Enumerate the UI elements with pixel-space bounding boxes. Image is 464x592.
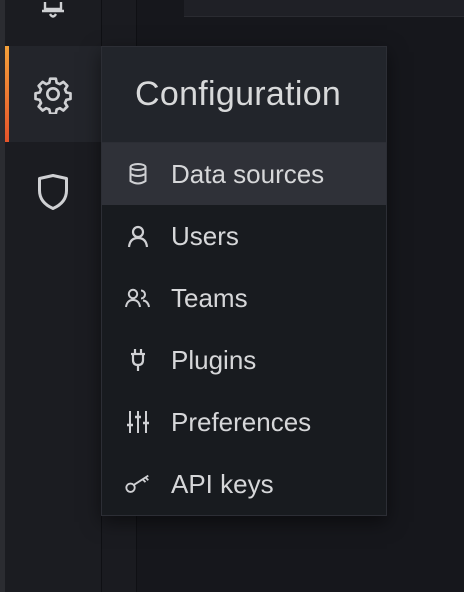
sliders-icon xyxy=(124,408,152,436)
menu-item-label: Plugins xyxy=(171,344,257,375)
configuration-menu: Configuration Data sources Users Teams P… xyxy=(101,46,387,516)
menu-item-label: Teams xyxy=(171,282,248,313)
nav-item-configuration[interactable] xyxy=(5,46,101,142)
bell-icon xyxy=(42,2,64,18)
plug-icon xyxy=(124,346,152,374)
menu-item-label: API keys xyxy=(171,468,274,499)
key-icon xyxy=(124,470,152,498)
menu-list: Data sources Users Teams Plugins Prefere… xyxy=(102,143,386,515)
menu-title: Configuration xyxy=(135,75,342,113)
menu-item-plugins[interactable]: Plugins xyxy=(102,329,386,391)
database-icon xyxy=(124,160,152,188)
menu-item-label: Preferences xyxy=(171,406,312,437)
gear-icon xyxy=(34,77,72,114)
menu-item-api-keys[interactable]: API keys xyxy=(102,453,386,515)
shield-icon xyxy=(38,174,68,210)
menu-header[interactable]: Configuration xyxy=(102,47,386,143)
user-icon xyxy=(124,222,152,250)
menu-item-users[interactable]: Users xyxy=(102,205,386,267)
users-icon xyxy=(124,284,152,312)
menu-item-label: Users xyxy=(171,220,239,251)
menu-item-label: Data sources xyxy=(171,158,325,189)
nav-item-alerting[interactable] xyxy=(5,0,101,26)
menu-item-preferences[interactable]: Preferences xyxy=(102,391,386,453)
menu-item-teams[interactable]: Teams xyxy=(102,267,386,329)
top-panel xyxy=(184,0,464,17)
active-indicator xyxy=(5,46,9,142)
menu-item-data-sources[interactable]: Data sources xyxy=(102,143,386,205)
nav-item-server-admin[interactable] xyxy=(5,160,101,224)
